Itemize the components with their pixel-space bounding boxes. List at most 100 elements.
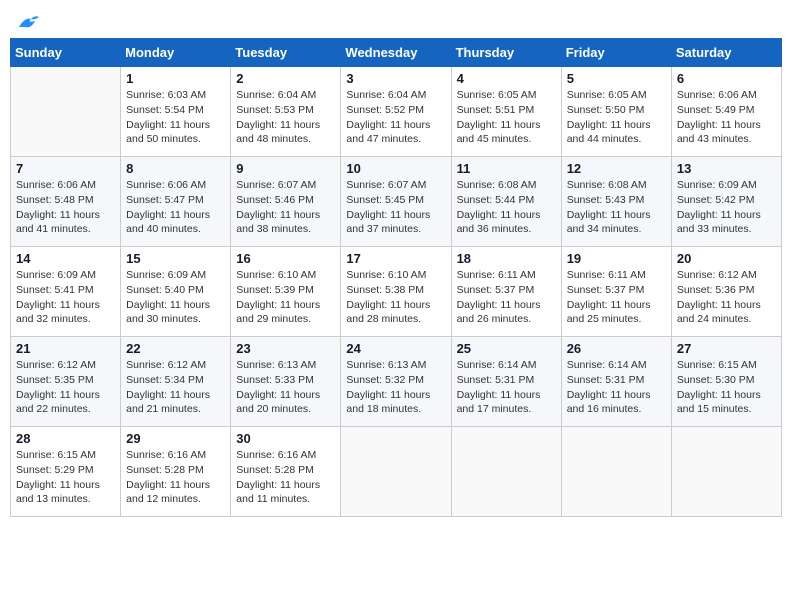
day-detail: Sunrise: 6:13 AMSunset: 5:32 PMDaylight:…: [346, 358, 445, 417]
page-header: [10, 10, 782, 30]
day-detail: Sunrise: 6:08 AMSunset: 5:43 PMDaylight:…: [567, 178, 666, 237]
day-detail: Sunrise: 6:08 AMSunset: 5:44 PMDaylight:…: [457, 178, 556, 237]
day-number: 11: [457, 161, 556, 176]
day-number: 10: [346, 161, 445, 176]
day-number: 4: [457, 71, 556, 86]
day-detail: Sunrise: 6:12 AMSunset: 5:35 PMDaylight:…: [16, 358, 115, 417]
day-number: 15: [126, 251, 225, 266]
day-number: 14: [16, 251, 115, 266]
day-detail: Sunrise: 6:13 AMSunset: 5:33 PMDaylight:…: [236, 358, 335, 417]
calendar-cell: 16 Sunrise: 6:10 AMSunset: 5:39 PMDayligh…: [231, 247, 341, 337]
weekday-header-thursday: Thursday: [451, 39, 561, 67]
calendar-cell: 2 Sunrise: 6:04 AMSunset: 5:53 PMDaylight…: [231, 67, 341, 157]
day-number: 20: [677, 251, 776, 266]
day-detail: Sunrise: 6:09 AMSunset: 5:41 PMDaylight:…: [16, 268, 115, 327]
calendar-cell: 19 Sunrise: 6:11 AMSunset: 5:37 PMDayligh…: [561, 247, 671, 337]
day-number: 8: [126, 161, 225, 176]
calendar-cell: 27Sunrise: 6:15 AMSunset: 5:30 PMDayligh…: [671, 337, 781, 427]
weekday-header-friday: Friday: [561, 39, 671, 67]
day-detail: Sunrise: 6:14 AMSunset: 5:31 PMDaylight:…: [457, 358, 556, 417]
calendar-week-row: 21 Sunrise: 6:12 AMSunset: 5:35 PMDayligh…: [11, 337, 782, 427]
calendar-cell: 13 Sunrise: 6:09 AMSunset: 5:42 PMDayligh…: [671, 157, 781, 247]
day-number: 2: [236, 71, 335, 86]
calendar-cell: 30 Sunrise: 6:16 AMSunset: 5:28 PMDayligh…: [231, 427, 341, 517]
calendar-cell: 23 Sunrise: 6:13 AMSunset: 5:33 PMDayligh…: [231, 337, 341, 427]
calendar-week-row: 14 Sunrise: 6:09 AMSunset: 5:41 PMDayligh…: [11, 247, 782, 337]
day-detail: Sunrise: 6:09 AMSunset: 5:42 PMDaylight:…: [677, 178, 776, 237]
day-detail: Sunrise: 6:10 AMSunset: 5:39 PMDaylight:…: [236, 268, 335, 327]
calendar-cell: 9 Sunrise: 6:07 AMSunset: 5:46 PMDaylight…: [231, 157, 341, 247]
calendar-cell: [11, 67, 121, 157]
day-number: 1: [126, 71, 225, 86]
calendar-cell: [341, 427, 451, 517]
day-number: 16: [236, 251, 335, 266]
day-number: 30: [236, 431, 335, 446]
day-number: 19: [567, 251, 666, 266]
weekday-header-tuesday: Tuesday: [231, 39, 341, 67]
day-detail: Sunrise: 6:05 AMSunset: 5:51 PMDaylight:…: [457, 88, 556, 147]
calendar-cell: 29 Sunrise: 6:16 AMSunset: 5:28 PMDayligh…: [121, 427, 231, 517]
calendar-cell: 28 Sunrise: 6:15 AMSunset: 5:29 PMDayligh…: [11, 427, 121, 517]
day-detail: Sunrise: 6:07 AMSunset: 5:46 PMDaylight:…: [236, 178, 335, 237]
day-detail: Sunrise: 6:16 AMSunset: 5:28 PMDaylight:…: [236, 448, 335, 507]
calendar-cell: 12 Sunrise: 6:08 AMSunset: 5:43 PMDayligh…: [561, 157, 671, 247]
day-detail: Sunrise: 6:09 AMSunset: 5:40 PMDaylight:…: [126, 268, 225, 327]
day-detail: Sunrise: 6:12 AMSunset: 5:36 PMDaylight:…: [677, 268, 776, 327]
weekday-header-wednesday: Wednesday: [341, 39, 451, 67]
day-number: 13: [677, 161, 776, 176]
calendar-cell: [671, 427, 781, 517]
day-detail: Sunrise: 6:04 AMSunset: 5:53 PMDaylight:…: [236, 88, 335, 147]
day-number: 24: [346, 341, 445, 356]
day-number: 28: [16, 431, 115, 446]
day-detail: Sunrise: 6:06 AMSunset: 5:48 PMDaylight:…: [16, 178, 115, 237]
logo: [15, 10, 39, 30]
day-number: 18: [457, 251, 556, 266]
weekday-header-sunday: Sunday: [11, 39, 121, 67]
calendar-cell: 3Sunrise: 6:04 AMSunset: 5:52 PMDaylight…: [341, 67, 451, 157]
day-number: 23: [236, 341, 335, 356]
day-number: 9: [236, 161, 335, 176]
day-number: 21: [16, 341, 115, 356]
day-number: 5: [567, 71, 666, 86]
weekday-header-monday: Monday: [121, 39, 231, 67]
calendar-cell: 4 Sunrise: 6:05 AMSunset: 5:51 PMDaylight…: [451, 67, 561, 157]
day-detail: Sunrise: 6:15 AMSunset: 5:29 PMDaylight:…: [16, 448, 115, 507]
calendar-cell: 24 Sunrise: 6:13 AMSunset: 5:32 PMDayligh…: [341, 337, 451, 427]
day-number: 17: [346, 251, 445, 266]
weekday-header-row: SundayMondayTuesdayWednesdayThursdayFrid…: [11, 39, 782, 67]
day-number: 29: [126, 431, 225, 446]
day-detail: Sunrise: 6:14 AMSunset: 5:31 PMDaylight:…: [567, 358, 666, 417]
day-detail: Sunrise: 6:06 AMSunset: 5:49 PMDaylight:…: [677, 88, 776, 147]
bird-icon: [17, 15, 39, 31]
calendar-week-row: 1 Sunrise: 6:03 AMSunset: 5:54 PMDaylight…: [11, 67, 782, 157]
logo-text: [15, 10, 39, 34]
calendar-cell: 14 Sunrise: 6:09 AMSunset: 5:41 PMDayligh…: [11, 247, 121, 337]
day-detail: Sunrise: 6:12 AMSunset: 5:34 PMDaylight:…: [126, 358, 225, 417]
calendar-cell: 17Sunrise: 6:10 AMSunset: 5:38 PMDayligh…: [341, 247, 451, 337]
calendar-week-row: 28 Sunrise: 6:15 AMSunset: 5:29 PMDayligh…: [11, 427, 782, 517]
day-detail: Sunrise: 6:03 AMSunset: 5:54 PMDaylight:…: [126, 88, 225, 147]
day-detail: Sunrise: 6:16 AMSunset: 5:28 PMDaylight:…: [126, 448, 225, 507]
day-number: 26: [567, 341, 666, 356]
calendar-cell: 20 Sunrise: 6:12 AMSunset: 5:36 PMDayligh…: [671, 247, 781, 337]
day-number: 7: [16, 161, 115, 176]
calendar-cell: [451, 427, 561, 517]
calendar-cell: 22Sunrise: 6:12 AMSunset: 5:34 PMDayligh…: [121, 337, 231, 427]
calendar-cell: 25Sunrise: 6:14 AMSunset: 5:31 PMDayligh…: [451, 337, 561, 427]
day-number: 12: [567, 161, 666, 176]
calendar-cell: 7 Sunrise: 6:06 AMSunset: 5:48 PMDaylight…: [11, 157, 121, 247]
calendar-cell: 6 Sunrise: 6:06 AMSunset: 5:49 PMDaylight…: [671, 67, 781, 157]
calendar-cell: 11 Sunrise: 6:08 AMSunset: 5:44 PMDayligh…: [451, 157, 561, 247]
day-detail: Sunrise: 6:07 AMSunset: 5:45 PMDaylight:…: [346, 178, 445, 237]
calendar-cell: 26 Sunrise: 6:14 AMSunset: 5:31 PMDayligh…: [561, 337, 671, 427]
day-detail: Sunrise: 6:11 AMSunset: 5:37 PMDaylight:…: [457, 268, 556, 327]
day-number: 3: [346, 71, 445, 86]
calendar-cell: 1 Sunrise: 6:03 AMSunset: 5:54 PMDaylight…: [121, 67, 231, 157]
day-detail: Sunrise: 6:05 AMSunset: 5:50 PMDaylight:…: [567, 88, 666, 147]
calendar-cell: 15 Sunrise: 6:09 AMSunset: 5:40 PMDayligh…: [121, 247, 231, 337]
day-number: 6: [677, 71, 776, 86]
calendar-cell: 8 Sunrise: 6:06 AMSunset: 5:47 PMDaylight…: [121, 157, 231, 247]
calendar-cell: 18 Sunrise: 6:11 AMSunset: 5:37 PMDayligh…: [451, 247, 561, 337]
day-detail: Sunrise: 6:06 AMSunset: 5:47 PMDaylight:…: [126, 178, 225, 237]
day-detail: Sunrise: 6:11 AMSunset: 5:37 PMDaylight:…: [567, 268, 666, 327]
